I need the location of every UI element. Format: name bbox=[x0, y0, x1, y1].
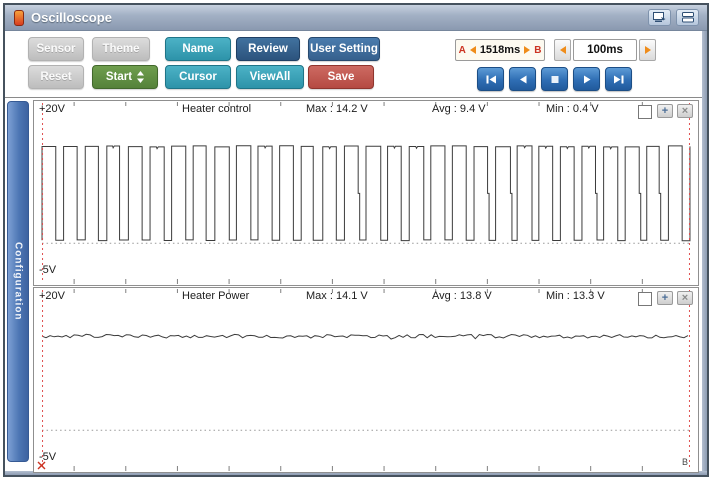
play-button[interactable] bbox=[573, 67, 600, 91]
cursor-a-label: A bbox=[458, 44, 466, 56]
start-button[interactable]: Start bbox=[92, 65, 158, 89]
close-channel-button[interactable]: × bbox=[677, 291, 693, 305]
stat-max: Max : 14.2 V bbox=[306, 103, 368, 115]
app-icon bbox=[14, 9, 24, 26]
viewall-button[interactable]: ViewAll bbox=[236, 65, 304, 89]
step-back-button[interactable] bbox=[509, 67, 536, 91]
spinner-updown-icon bbox=[137, 71, 145, 83]
skip-to-start-icon bbox=[486, 75, 496, 83]
stat-min: Min : 0.4 V bbox=[546, 103, 599, 115]
arrow-left-icon bbox=[559, 46, 566, 54]
skip-to-end-button[interactable] bbox=[605, 67, 632, 91]
tile-windows-button[interactable] bbox=[676, 9, 699, 26]
waveform-plot bbox=[41, 289, 690, 471]
reset-button[interactable]: Reset bbox=[28, 65, 84, 89]
cursor-button[interactable]: Cursor bbox=[165, 65, 231, 89]
waveform-trace bbox=[41, 145, 691, 242]
skip-to-end-icon bbox=[613, 75, 623, 83]
toolbar: Sensor Theme Name Review User Setting Re… bbox=[5, 31, 702, 97]
channel-checkbox[interactable] bbox=[638, 292, 652, 306]
zoom-plus-button[interactable]: + bbox=[657, 104, 673, 118]
save-button[interactable]: Save bbox=[308, 65, 374, 89]
monitor-icon bbox=[653, 12, 666, 22]
skip-to-start-button[interactable] bbox=[477, 67, 504, 91]
stacked-bars-icon bbox=[681, 12, 694, 23]
screen-capture-button[interactable] bbox=[648, 9, 671, 26]
user-setting-button[interactable]: User Setting bbox=[308, 37, 380, 61]
stop-icon bbox=[551, 75, 558, 83]
arrow-right-icon bbox=[644, 46, 651, 54]
close-channel-button[interactable]: × bbox=[677, 104, 693, 118]
stat-min: Min : 13.3 V bbox=[546, 290, 605, 302]
y-max-label: +20V bbox=[39, 103, 65, 115]
waveform-plot bbox=[41, 102, 691, 284]
window-frame-right bbox=[702, 31, 707, 475]
stat-max: Max : 14.1 V bbox=[306, 290, 368, 302]
channel-checkbox[interactable] bbox=[638, 105, 652, 119]
interval-value-box[interactable]: 100ms bbox=[573, 39, 637, 61]
stop-button[interactable] bbox=[541, 67, 568, 91]
y-max-label: +20V bbox=[39, 290, 65, 302]
sensor-button[interactable]: Sensor bbox=[28, 37, 84, 61]
axis-ticks bbox=[73, 289, 643, 471]
review-button[interactable]: Review bbox=[236, 37, 300, 61]
window-title: Oscilloscope bbox=[31, 10, 112, 25]
stat-avg: Avg : 13.8 V bbox=[432, 290, 492, 302]
arrow-right-icon bbox=[524, 46, 531, 54]
name-button[interactable]: Name bbox=[165, 37, 231, 61]
arrow-left-icon bbox=[469, 46, 476, 54]
zoom-plus-button[interactable]: + bbox=[657, 291, 673, 305]
charts-area: Configuration +20V Heater control Max : … bbox=[5, 97, 702, 473]
y-min-label: -5V bbox=[39, 264, 57, 276]
oscilloscope-window: Oscilloscope Sensor Theme Name Review Us… bbox=[3, 3, 709, 477]
titlebar-buttons bbox=[648, 9, 707, 26]
titlebar: Oscilloscope bbox=[5, 5, 707, 31]
interval-value: 100ms bbox=[587, 44, 623, 56]
step-back-icon bbox=[519, 75, 526, 83]
start-button-label: Start bbox=[105, 71, 133, 83]
ab-range-box[interactable]: A 1518ms B bbox=[455, 39, 545, 61]
channel-title: Heater Power bbox=[182, 290, 250, 302]
chart-panel-heater-power: +20V Heater Power Max : 14.1 V Avg : 13.… bbox=[33, 287, 699, 473]
configuration-tab-label: Configuration bbox=[12, 242, 24, 321]
cursor-a-marker-icon[interactable] bbox=[37, 461, 46, 470]
interval-increase-button[interactable] bbox=[639, 39, 656, 61]
ab-range-value: 1518ms bbox=[479, 44, 521, 56]
chart-panel-heater-control: +20V Heater control Max : 14.2 V Avg : 9… bbox=[33, 100, 699, 286]
cursor-b-marker-label: B bbox=[681, 457, 688, 467]
channel-title: Heater control bbox=[182, 103, 252, 115]
theme-button[interactable]: Theme bbox=[92, 37, 150, 61]
cursor-b-label: B bbox=[534, 44, 542, 56]
configuration-tab[interactable]: Configuration bbox=[7, 101, 29, 462]
waveform-trace bbox=[41, 333, 689, 340]
play-icon bbox=[583, 75, 590, 83]
interval-decrease-button[interactable] bbox=[554, 39, 571, 61]
stat-avg: Avg : 9.4 V bbox=[432, 103, 486, 115]
